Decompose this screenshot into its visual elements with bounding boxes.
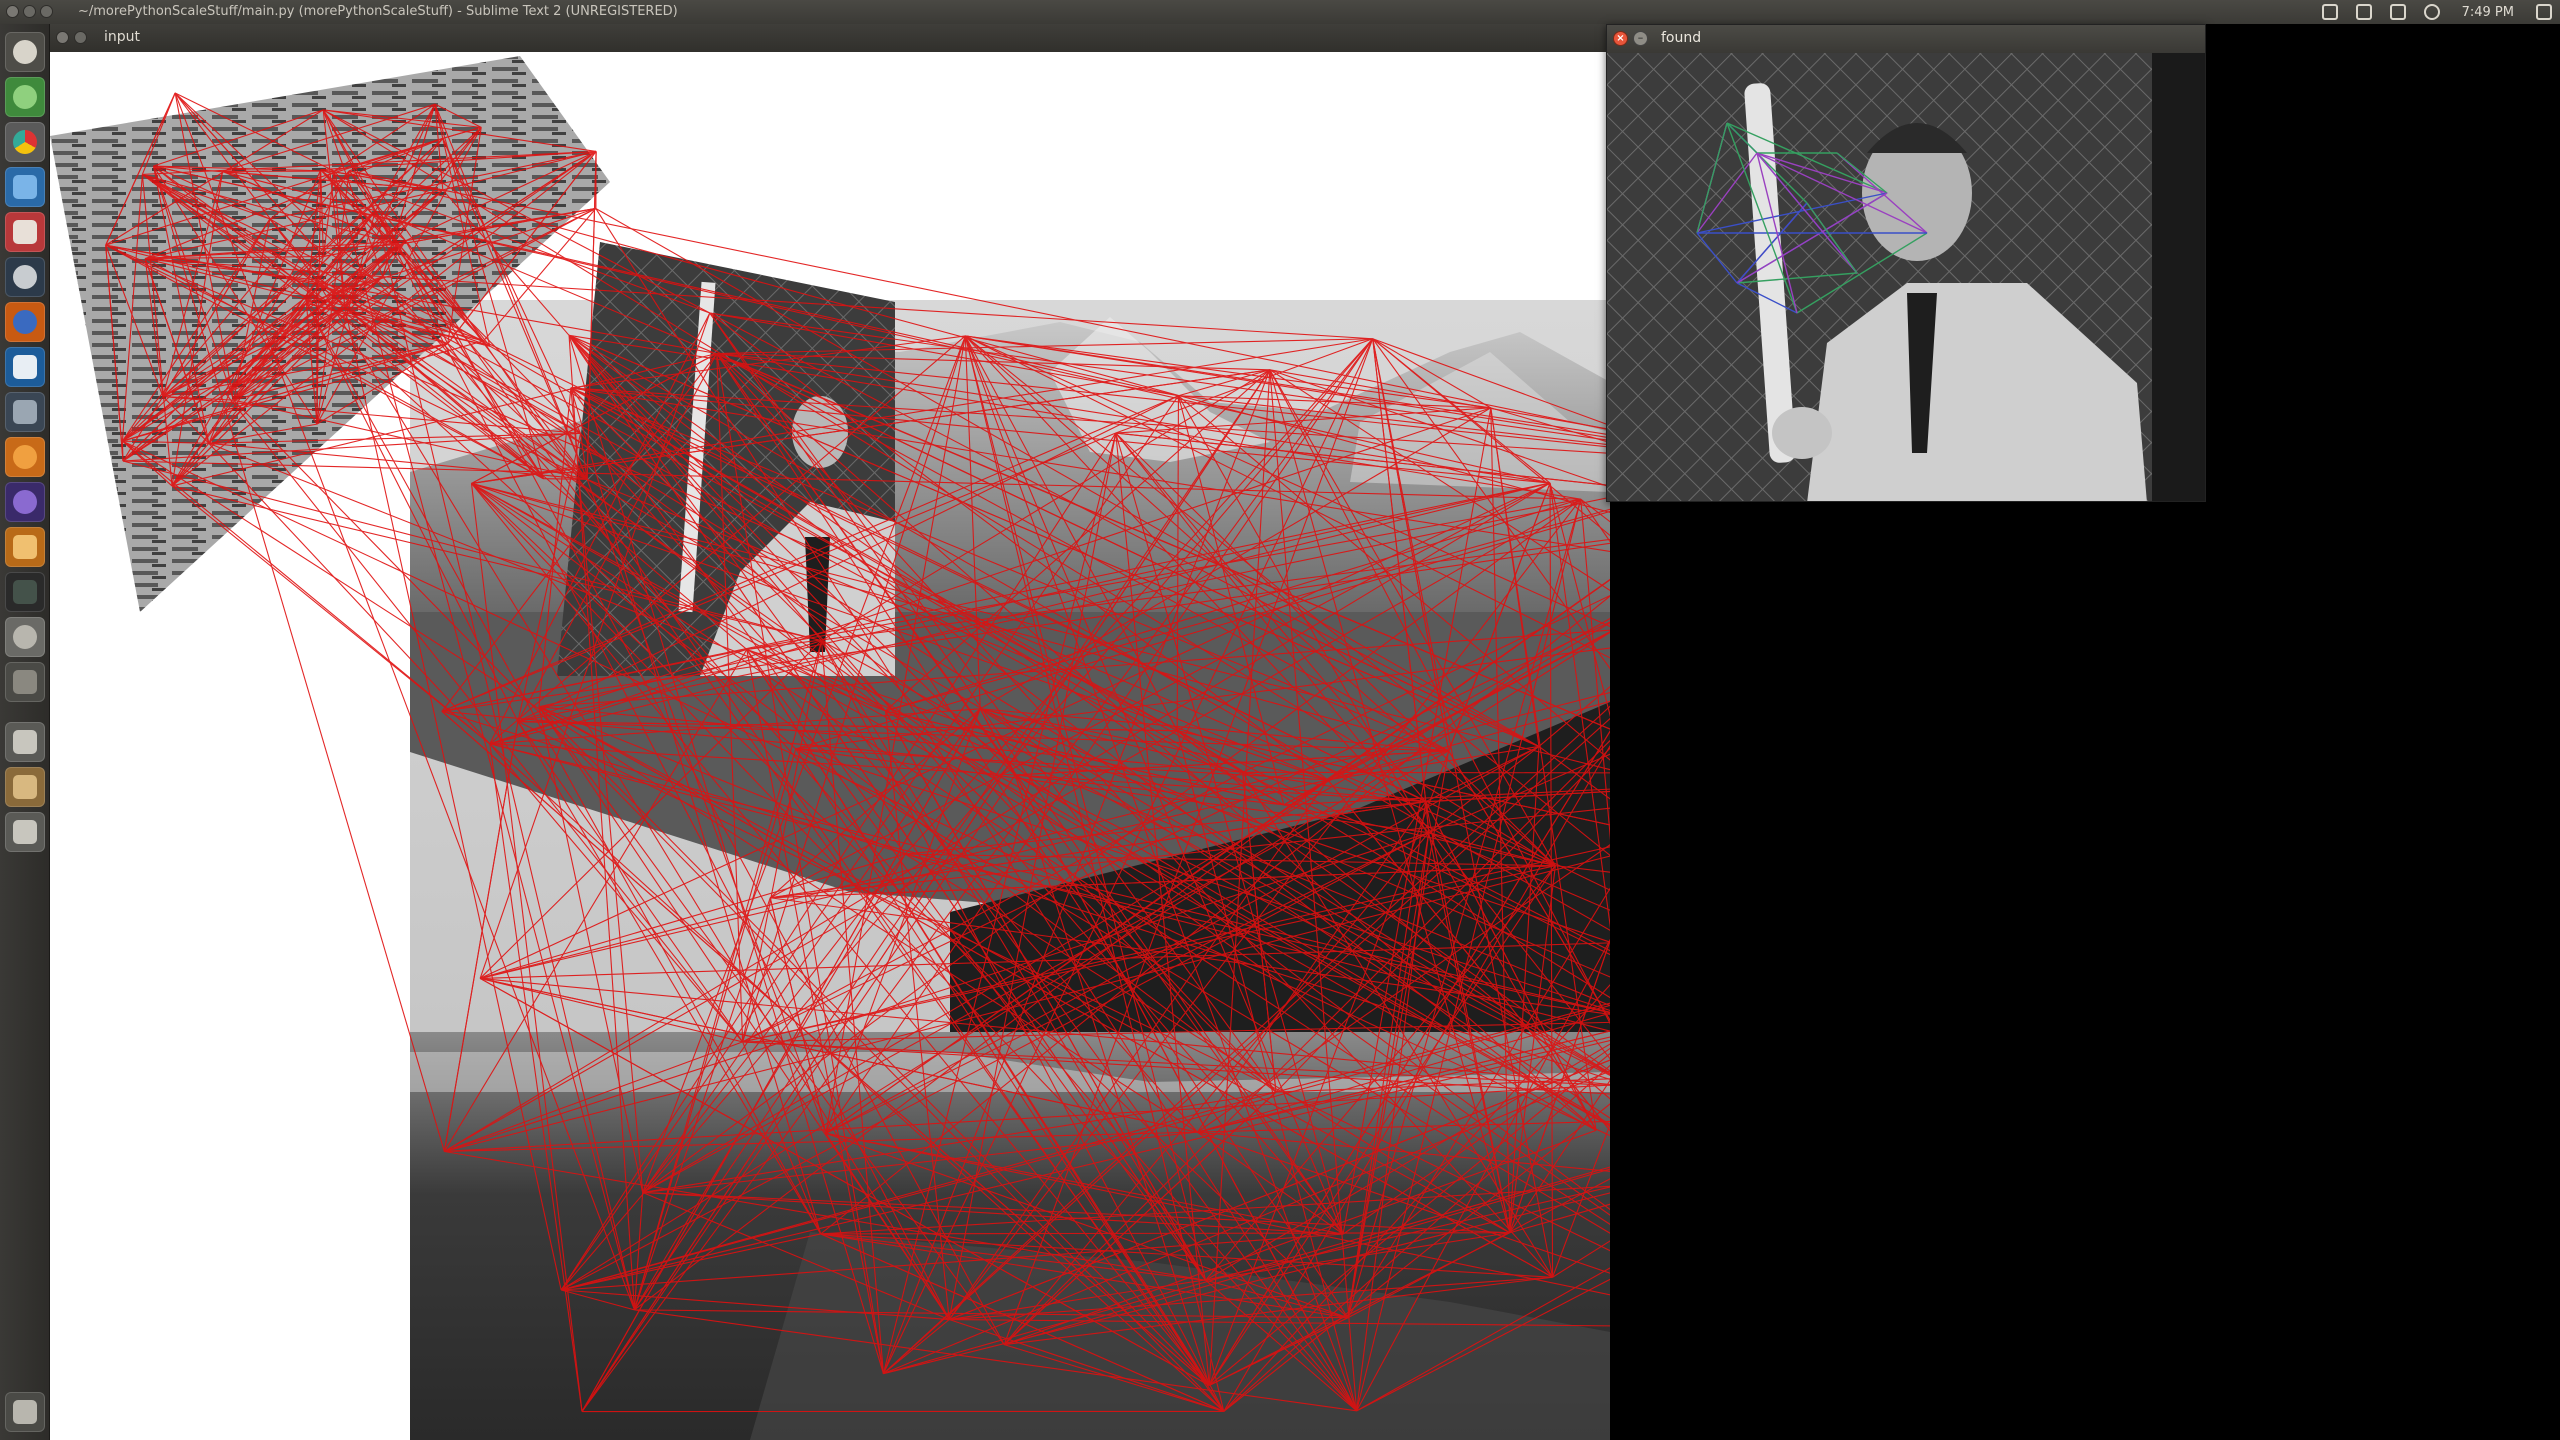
launcher xyxy=(0,24,50,1440)
drive-icon[interactable] xyxy=(5,722,45,762)
desktop-screen: ~/morePythonScaleStuff/main.py (morePyth… xyxy=(0,0,2560,1440)
libreoffice-icon[interactable] xyxy=(5,167,45,207)
workspace-switcher-icon[interactable] xyxy=(5,662,45,702)
input-window-titlebar[interactable]: input xyxy=(50,24,1610,52)
volume-icon[interactable] xyxy=(2423,4,2440,20)
panel-close-button[interactable] xyxy=(6,5,19,18)
eclipse-icon[interactable] xyxy=(5,482,45,522)
messaging-icon[interactable] xyxy=(2355,4,2372,20)
found-window: × – found xyxy=(1606,24,2206,502)
terminal-icon[interactable] xyxy=(5,572,45,612)
panel-minimize-button[interactable] xyxy=(23,5,36,18)
settings-icon[interactable] xyxy=(5,77,45,117)
panel-maximize-button[interactable] xyxy=(40,5,53,18)
input-close-button[interactable] xyxy=(56,31,69,44)
dash-home-icon[interactable] xyxy=(5,32,45,72)
image-viewer-icon[interactable] xyxy=(5,527,45,567)
drive-icon-2[interactable] xyxy=(5,812,45,852)
firefox-icon[interactable] xyxy=(5,302,45,342)
ubuntu-one-icon[interactable] xyxy=(5,437,45,477)
dropbox-icon[interactable] xyxy=(2321,4,2338,20)
input-minimize-button[interactable] xyxy=(74,31,87,44)
steam-icon[interactable] xyxy=(5,257,45,297)
keyboard-layout-icon[interactable] xyxy=(2389,4,2406,20)
chrome-icon[interactable] xyxy=(5,122,45,162)
found-window-title: found xyxy=(1661,30,1702,46)
files-icon[interactable] xyxy=(5,767,45,807)
calculator-icon[interactable] xyxy=(5,212,45,252)
top-panel: ~/morePythonScaleStuff/main.py (morePyth… xyxy=(0,0,2560,24)
found-right-margin xyxy=(2152,53,2205,501)
trash-icon[interactable] xyxy=(5,1392,45,1432)
found-window-titlebar[interactable]: × – found xyxy=(1607,25,2205,53)
session-icon[interactable] xyxy=(2536,4,2552,20)
clock[interactable]: 7:49 PM xyxy=(2462,5,2514,20)
found-close-button[interactable]: × xyxy=(1613,31,1628,46)
virtualbox-icon[interactable] xyxy=(5,347,45,387)
input-window-title: input xyxy=(104,29,141,45)
panel-window-controls xyxy=(6,5,53,18)
found-minimize-button[interactable]: – xyxy=(1633,31,1648,46)
found-image-canvas xyxy=(1607,53,2205,501)
input-image-canvas xyxy=(50,52,1610,1440)
input-window: input xyxy=(50,24,1610,1440)
found-image xyxy=(1607,53,2205,501)
input-image xyxy=(50,56,1610,1440)
active-window-title: ~/morePythonScaleStuff/main.py (morePyth… xyxy=(78,4,678,19)
help-icon[interactable] xyxy=(5,617,45,657)
system-tray: 7:49 PM xyxy=(2321,0,2560,24)
tools-icon[interactable] xyxy=(5,392,45,432)
